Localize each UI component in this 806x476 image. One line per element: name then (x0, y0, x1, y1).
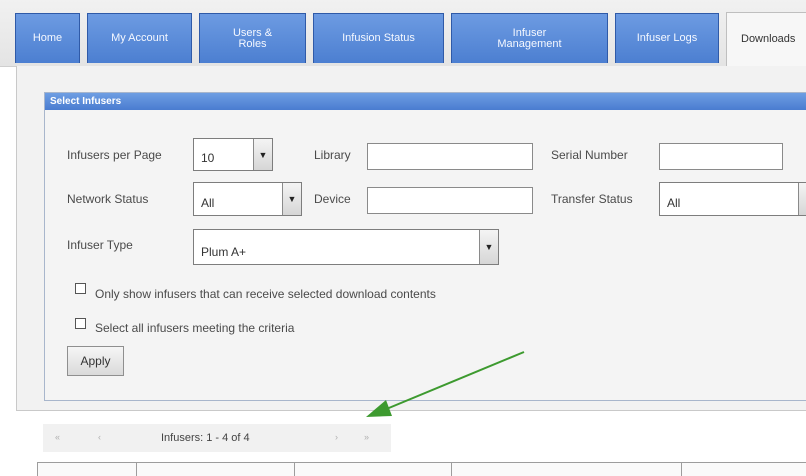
annotation-arrow-icon (366, 351, 525, 417)
